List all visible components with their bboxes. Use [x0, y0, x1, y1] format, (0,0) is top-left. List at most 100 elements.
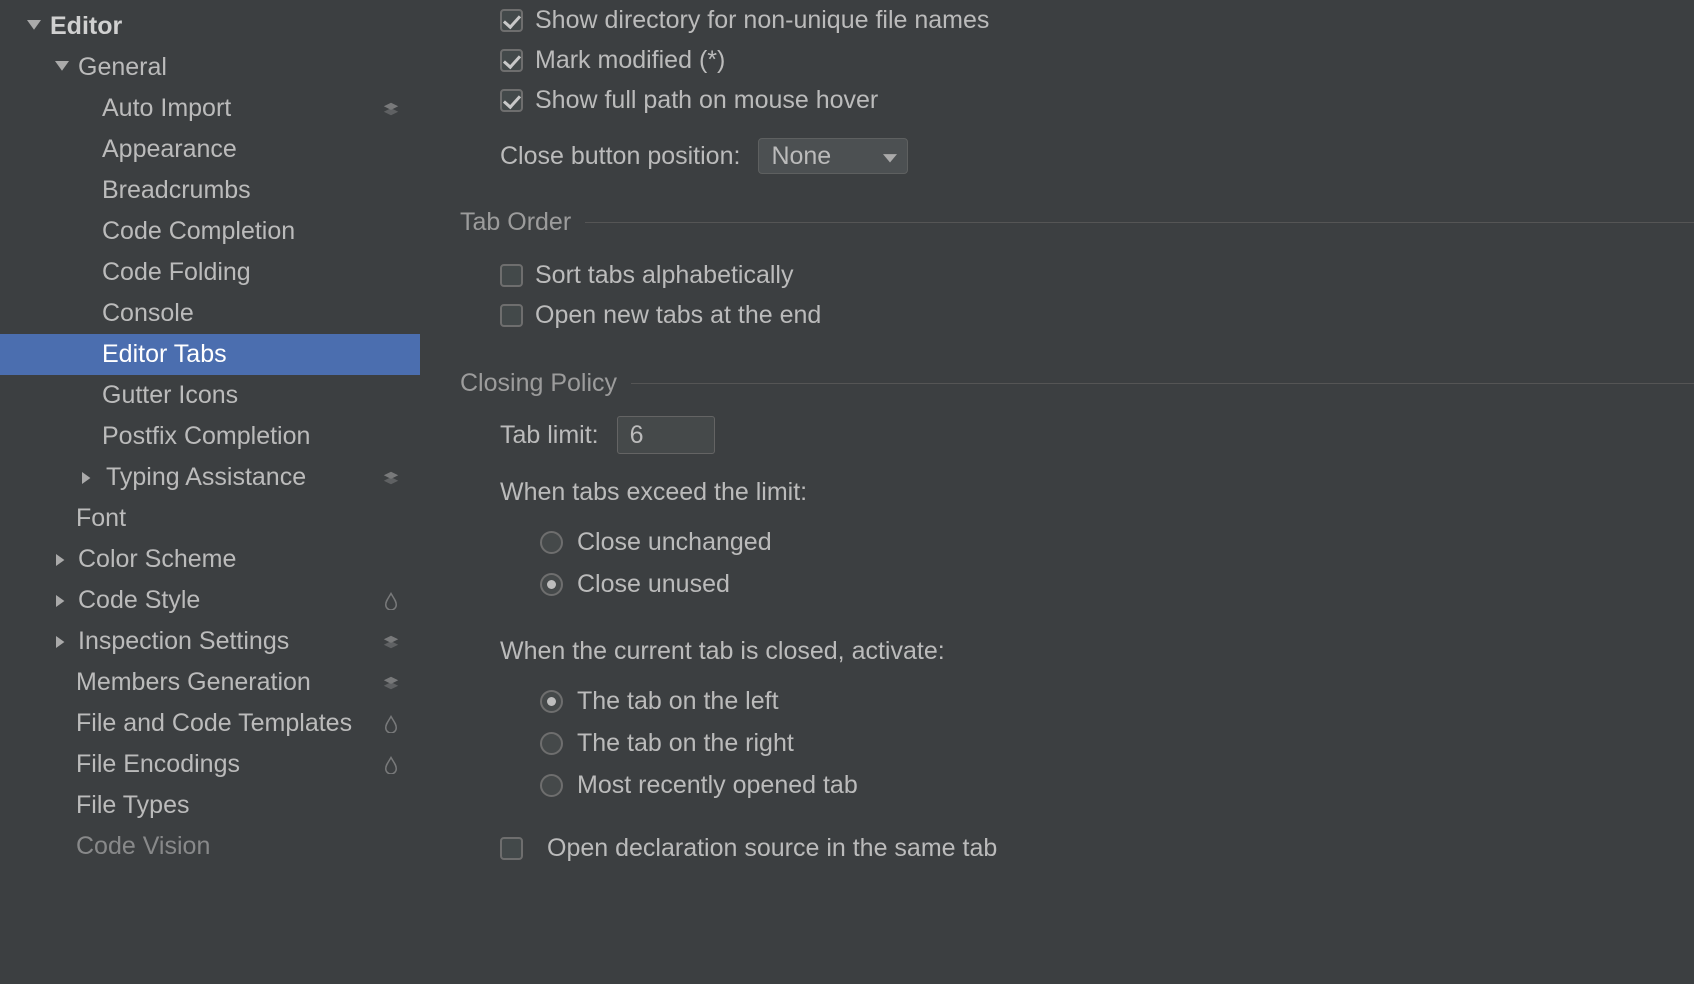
sidebar-label: Members Generation: [76, 668, 372, 697]
sidebar-item-postfix-completion[interactable]: Postfix Completion: [0, 416, 420, 457]
sidebar-label: Typing Assistance: [106, 463, 372, 492]
sidebar-label: Auto Import: [102, 94, 372, 123]
sidebar-label: Appearance: [102, 135, 402, 164]
sidebar-item-appearance[interactable]: Appearance: [0, 129, 420, 170]
option-label: Mark modified (*): [535, 46, 725, 75]
chevron-down-icon: [54, 60, 70, 76]
chevron-down-icon: [883, 142, 897, 171]
tab-limit-label: Tab limit:: [500, 421, 599, 450]
chevron-right-icon: [80, 470, 96, 486]
chevron-right-icon: [54, 634, 70, 650]
radio-close-unused[interactable]: Close unused: [540, 563, 1694, 605]
settings-sidebar: Editor General Auto Import Appearance Br…: [0, 0, 420, 984]
tab-limit-input[interactable]: 6: [617, 416, 715, 454]
sidebar-item-editor-tabs[interactable]: Editor Tabs: [0, 334, 420, 375]
sidebar-label: Code Vision: [76, 832, 402, 861]
close-button-position-select[interactable]: None: [758, 138, 908, 174]
option-label: Show full path on mouse hover: [535, 86, 878, 115]
sidebar-label: File and Code Templates: [76, 709, 372, 738]
option-label: Sort tabs alphabetically: [535, 261, 793, 290]
sidebar-item-members-generation[interactable]: Members Generation: [0, 662, 420, 703]
sidebar-item-font[interactable]: Font: [0, 498, 420, 539]
radio-tab-on-left[interactable]: The tab on the left: [540, 680, 1694, 722]
radio-icon: [540, 690, 563, 713]
checkbox-mark-modified[interactable]: Mark modified (*): [500, 40, 1694, 80]
radio-close-unchanged[interactable]: Close unchanged: [540, 521, 1694, 563]
section-title: Tab Order: [460, 208, 571, 237]
layers-icon: [380, 467, 402, 489]
section-tab-order: Tab Order: [460, 208, 1694, 237]
option-label: Close unused: [577, 570, 730, 599]
sidebar-item-file-and-code-templates[interactable]: File and Code Templates: [0, 703, 420, 744]
sidebar-item-file-encodings[interactable]: File Encodings: [0, 744, 420, 785]
radio-most-recent[interactable]: Most recently opened tab: [540, 764, 1694, 806]
sidebar-label: Color Scheme: [78, 545, 402, 574]
checkbox-icon: [500, 49, 523, 72]
checkbox-icon: [500, 89, 523, 112]
checkbox-icon: [500, 264, 523, 287]
option-label: Open new tabs at the end: [535, 301, 821, 330]
sidebar-label: Font: [76, 504, 402, 533]
radio-icon: [540, 573, 563, 596]
chevron-right-icon: [54, 552, 70, 568]
radio-icon: [540, 732, 563, 755]
sidebar-label: Gutter Icons: [102, 381, 402, 410]
checkbox-open-declaration-same-tab[interactable]: Open declaration source in the same tab: [500, 834, 1694, 863]
option-label: The tab on the left: [577, 687, 779, 716]
sidebar-label: Breadcrumbs: [102, 176, 402, 205]
option-label: Close unchanged: [577, 528, 772, 557]
input-value: 6: [630, 421, 644, 450]
sidebar-item-code-completion[interactable]: Code Completion: [0, 211, 420, 252]
layers-icon: [380, 631, 402, 653]
sidebar-item-inspection-settings[interactable]: Inspection Settings: [0, 621, 420, 662]
layers-icon: [380, 98, 402, 120]
checkbox-show-directory[interactable]: Show directory for non-unique file names: [500, 0, 1694, 40]
checkbox-icon: [500, 9, 523, 32]
option-label: Open declaration source in the same tab: [547, 834, 997, 863]
select-value: None: [771, 142, 831, 171]
sidebar-label: Console: [102, 299, 402, 328]
sidebar-item-console[interactable]: Console: [0, 293, 420, 334]
sidebar-label: File Types: [76, 791, 402, 820]
sidebar-item-code-folding[interactable]: Code Folding: [0, 252, 420, 293]
checkbox-sort-tabs[interactable]: Sort tabs alphabetically: [500, 255, 1694, 295]
sidebar-label: Editor Tabs: [102, 340, 402, 369]
checkbox-open-new-tabs-end[interactable]: Open new tabs at the end: [500, 295, 1694, 335]
sidebar-item-typing-assistance[interactable]: Typing Assistance: [0, 457, 420, 498]
sidebar-item-file-types[interactable]: File Types: [0, 785, 420, 826]
sidebar-label: Code Folding: [102, 258, 402, 287]
sidebar-label: Code Style: [78, 586, 372, 615]
sidebar-label: Code Completion: [102, 217, 402, 246]
sidebar-label: Inspection Settings: [78, 627, 372, 656]
sidebar-label: Editor: [50, 12, 402, 41]
drop-icon: [380, 754, 402, 776]
checkbox-icon: [500, 304, 523, 327]
when-current-closed-label: When the current tab is closed, activate…: [500, 637, 1694, 666]
when-exceed-label: When tabs exceed the limit:: [500, 478, 1694, 507]
option-label: Most recently opened tab: [577, 771, 858, 800]
sidebar-item-color-scheme[interactable]: Color Scheme: [0, 539, 420, 580]
sidebar-item-auto-import[interactable]: Auto Import: [0, 88, 420, 129]
radio-icon: [540, 774, 563, 797]
option-label: The tab on the right: [577, 729, 794, 758]
chevron-down-icon: [26, 19, 42, 35]
checkbox-show-full-path[interactable]: Show full path on mouse hover: [500, 80, 1694, 120]
sidebar-label: Postfix Completion: [102, 422, 402, 451]
sidebar-label: File Encodings: [76, 750, 372, 779]
sidebar-item-breadcrumbs[interactable]: Breadcrumbs: [0, 170, 420, 211]
drop-icon: [380, 590, 402, 612]
sidebar-item-code-vision[interactable]: Code Vision: [0, 826, 420, 867]
close-button-position-label: Close button position:: [500, 142, 740, 171]
sidebar-item-code-style[interactable]: Code Style: [0, 580, 420, 621]
sidebar-item-gutter-icons[interactable]: Gutter Icons: [0, 375, 420, 416]
checkbox-icon: [500, 837, 523, 860]
sidebar-label: General: [78, 53, 402, 82]
sidebar-item-editor[interactable]: Editor: [0, 6, 420, 47]
radio-tab-on-right[interactable]: The tab on the right: [540, 722, 1694, 764]
settings-content: Show directory for non-unique file names…: [420, 0, 1694, 984]
section-closing-policy: Closing Policy: [460, 369, 1694, 398]
option-label: Show directory for non-unique file names: [535, 6, 989, 35]
sidebar-item-general[interactable]: General: [0, 47, 420, 88]
chevron-right-icon: [54, 593, 70, 609]
layers-icon: [380, 672, 402, 694]
